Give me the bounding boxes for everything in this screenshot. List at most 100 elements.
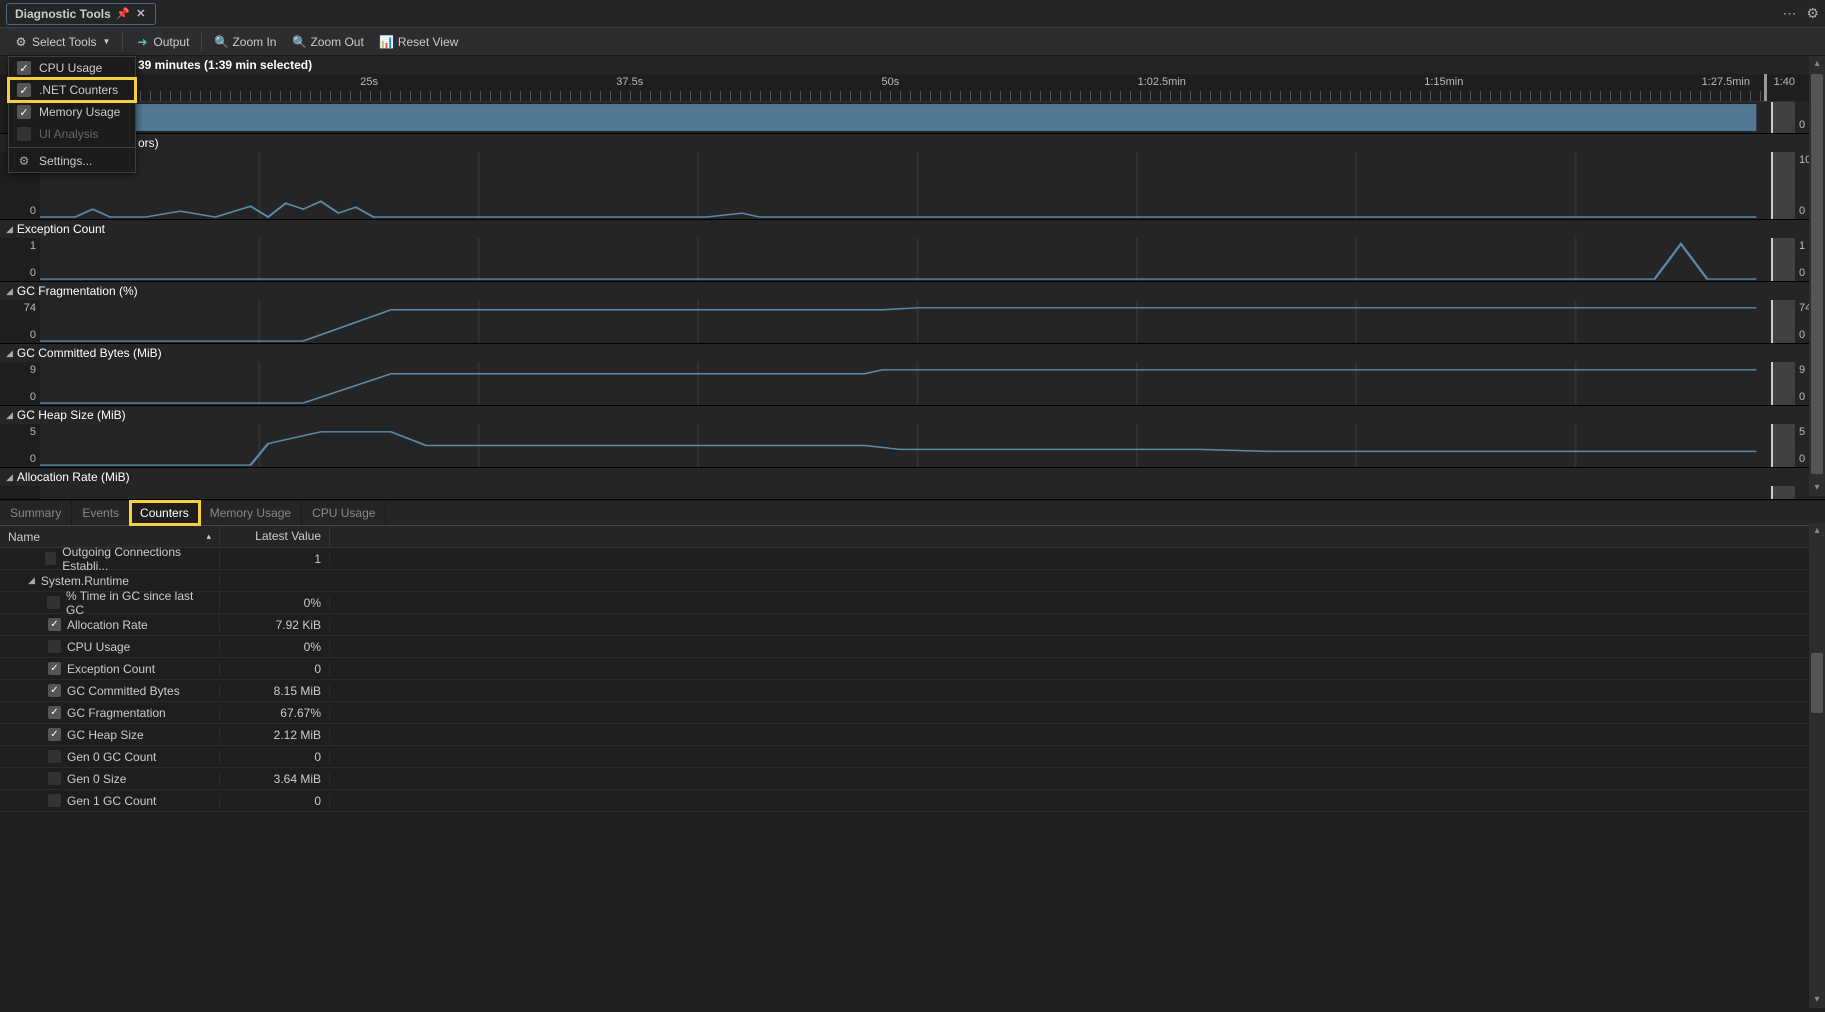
menu-item-settings[interactable]: ⚙ Settings... [9, 150, 135, 172]
column-header-value[interactable]: Latest Value [220, 526, 330, 547]
counter-row[interactable]: ✓Exception Count0 [0, 658, 1825, 680]
counter-row[interactable]: ✓Gen 0 GC Count0 [0, 746, 1825, 768]
tab-cpu-usage[interactable]: CPU Usage [302, 501, 386, 525]
scroll-up-icon[interactable]: ▴ [1809, 523, 1825, 539]
checkbox[interactable]: ✓ [48, 794, 61, 807]
ruler-tick-label: 1:15min [1424, 76, 1463, 88]
selection-marker[interactable] [1764, 74, 1767, 101]
checkbox[interactable]: ✓ [48, 618, 61, 631]
check-icon: ✓ [17, 105, 31, 119]
checkbox[interactable]: ✓ [48, 706, 61, 719]
counter-label: Gen 0 Size [67, 772, 126, 786]
counter-row[interactable]: ✓ CPU Usage 0% [0, 636, 1825, 658]
selection-region[interactable] [1773, 300, 1795, 343]
check-icon: ✓ [17, 127, 31, 141]
checkbox[interactable]: ✓ [48, 750, 61, 763]
expander-icon[interactable]: ◢ [28, 575, 35, 586]
charts-scrollbar[interactable]: ▴ ▾ [1809, 56, 1825, 496]
chart-plot[interactable] [40, 424, 1795, 467]
checkbox[interactable]: ✓ [48, 640, 61, 653]
selection-marker[interactable] [1771, 424, 1773, 467]
selection-region[interactable] [1773, 238, 1795, 281]
selection-marker[interactable] [1771, 102, 1773, 133]
y-axis-left [0, 486, 40, 499]
chart-plot[interactable] [40, 238, 1795, 281]
ruler-tick-label: 50s [882, 76, 900, 88]
menu-item-net-counters[interactable]: ✓ .NET Counters [9, 79, 135, 101]
chart-title[interactable]: ◢Allocation Rate (MiB) [0, 468, 1825, 486]
tab-summary[interactable]: Summary [0, 501, 72, 525]
checkbox[interactable]: ✓ [47, 596, 60, 609]
tab-counters[interactable]: Counters [130, 501, 200, 525]
axis-label: 5 [1799, 426, 1805, 438]
counter-row[interactable]: ✓% Time in GC since last GC0% [0, 592, 1825, 614]
menu-item-memory-usage[interactable]: ✓ Memory Usage [9, 101, 135, 123]
counter-row[interactable]: ✓Outgoing Connections Establi...1 [0, 548, 1825, 570]
chart-title[interactable]: ◢Exception Count [0, 220, 1825, 238]
chart-plot[interactable] [40, 102, 1795, 133]
checkbox[interactable]: ✓ [48, 684, 61, 697]
reset-view-button[interactable]: 📊 Reset View [374, 33, 464, 51]
menu-item-ui-analysis: ✓ UI Analysis [9, 123, 135, 145]
selection-marker[interactable] [1771, 300, 1773, 343]
counter-row[interactable]: ✓GC Fragmentation67.67% [0, 702, 1825, 724]
selection-marker[interactable] [1771, 152, 1773, 219]
counter-label: CPU Usage [67, 640, 130, 654]
tab-memory-usage[interactable]: Memory Usage [200, 501, 302, 525]
counters-scrollbar[interactable]: ▴ ▾ [1809, 523, 1825, 1008]
chart-plot[interactable] [40, 300, 1795, 343]
close-icon[interactable]: ✕ [135, 8, 147, 20]
counter-row[interactable]: ✓Gen 1 GC Count0 [0, 790, 1825, 812]
counter-group[interactable]: ◢System.Runtime [0, 570, 1825, 592]
expander-icon[interactable]: ◢ [6, 472, 13, 483]
chart-title[interactable]: ◢GC Fragmentation (%) [0, 282, 1825, 300]
sort-icon[interactable]: ▴ [206, 531, 211, 542]
counter-row[interactable]: ✓GC Committed Bytes8.15 MiB [0, 680, 1825, 702]
gear-icon[interactable]: ⚙ [1806, 5, 1819, 22]
scroll-up-icon[interactable]: ▴ [1809, 56, 1825, 72]
counter-row[interactable]: ✓Gen 0 Size3.64 MiB [0, 768, 1825, 790]
counter-label: GC Heap Size [67, 728, 144, 742]
checkbox[interactable]: ✓ [48, 662, 61, 675]
scroll-down-icon[interactable]: ▾ [1809, 992, 1825, 1008]
chart-plot[interactable] [40, 152, 1795, 219]
zoom-in-button[interactable]: 🔍 Zoom In [208, 33, 282, 51]
selection-region[interactable] [1773, 152, 1795, 219]
counter-row[interactable]: ✓Allocation Rate7.92 KiB [0, 614, 1825, 636]
output-button[interactable]: ➜ Output [129, 33, 195, 51]
chart-plot[interactable] [40, 362, 1795, 405]
window-tab[interactable]: Diagnostic Tools 📌 ✕ [6, 3, 156, 25]
time-ruler[interactable]: 12.5s25s37.5s50s1:02.5min1:15min1:27.5mi… [80, 74, 1795, 102]
expander-icon[interactable]: ◢ [6, 348, 13, 359]
zoom-out-button[interactable]: 🔍 Zoom Out [286, 33, 369, 51]
menu-item-cpu-usage[interactable]: ✓ CPU Usage [9, 57, 135, 79]
selection-marker[interactable] [1771, 238, 1773, 281]
checkbox[interactable]: ✓ [48, 772, 61, 785]
counter-row[interactable]: ✓ GC Heap Size 2.12 MiB [0, 724, 1825, 746]
pin-icon[interactable]: 📌 [117, 8, 129, 20]
chart-title[interactable]: ors) [0, 134, 1825, 152]
selection-marker[interactable] [1771, 486, 1773, 499]
checkbox[interactable]: ✓ [48, 728, 61, 741]
scroll-down-icon[interactable]: ▾ [1809, 480, 1825, 496]
chart-title-text: ors) [138, 136, 159, 150]
selection-region[interactable] [1773, 486, 1795, 499]
selection-marker[interactable] [1771, 362, 1773, 405]
expander-icon[interactable]: ◢ [6, 224, 13, 235]
counter-value: 2.12 MiB [220, 728, 330, 742]
chart-title[interactable]: ◢GC Heap Size (MiB) [0, 406, 1825, 424]
chart-title[interactable]: ◢GC Committed Bytes (MiB) [0, 344, 1825, 362]
chart-plot[interactable] [40, 486, 1795, 499]
selection-region[interactable] [1773, 102, 1795, 133]
selection-region[interactable] [1773, 362, 1795, 405]
more-icon[interactable]: ⋯ [1782, 5, 1796, 22]
scrollbar-thumb[interactable] [1811, 74, 1823, 474]
selection-region[interactable] [1773, 424, 1795, 467]
checkbox[interactable]: ✓ [45, 552, 57, 565]
tab-events[interactable]: Events [72, 501, 130, 525]
expander-icon[interactable]: ◢ [6, 286, 13, 297]
scrollbar-thumb[interactable] [1811, 653, 1823, 713]
expander-icon[interactable]: ◢ [6, 410, 13, 421]
counter-value: 0% [220, 640, 330, 654]
select-tools-button[interactable]: ⚙ Select Tools ▼ [8, 33, 116, 51]
